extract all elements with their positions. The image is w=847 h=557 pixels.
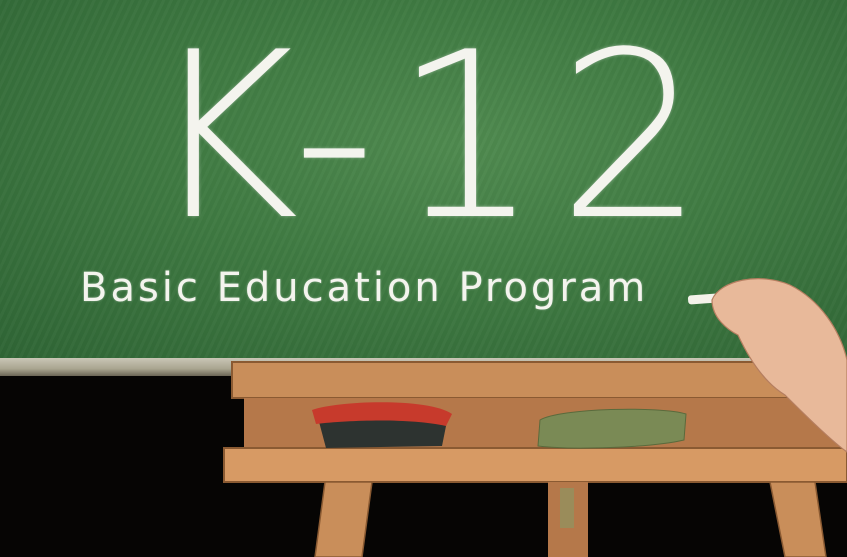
- easel-shelf: [223, 447, 847, 483]
- easel-left-leg: [314, 481, 373, 557]
- easel-top-rail: [231, 361, 847, 399]
- easel-scene: [223, 278, 847, 557]
- easel-right-leg: [769, 481, 827, 557]
- easel-hinge: [560, 488, 574, 528]
- green-sponge: [537, 408, 687, 449]
